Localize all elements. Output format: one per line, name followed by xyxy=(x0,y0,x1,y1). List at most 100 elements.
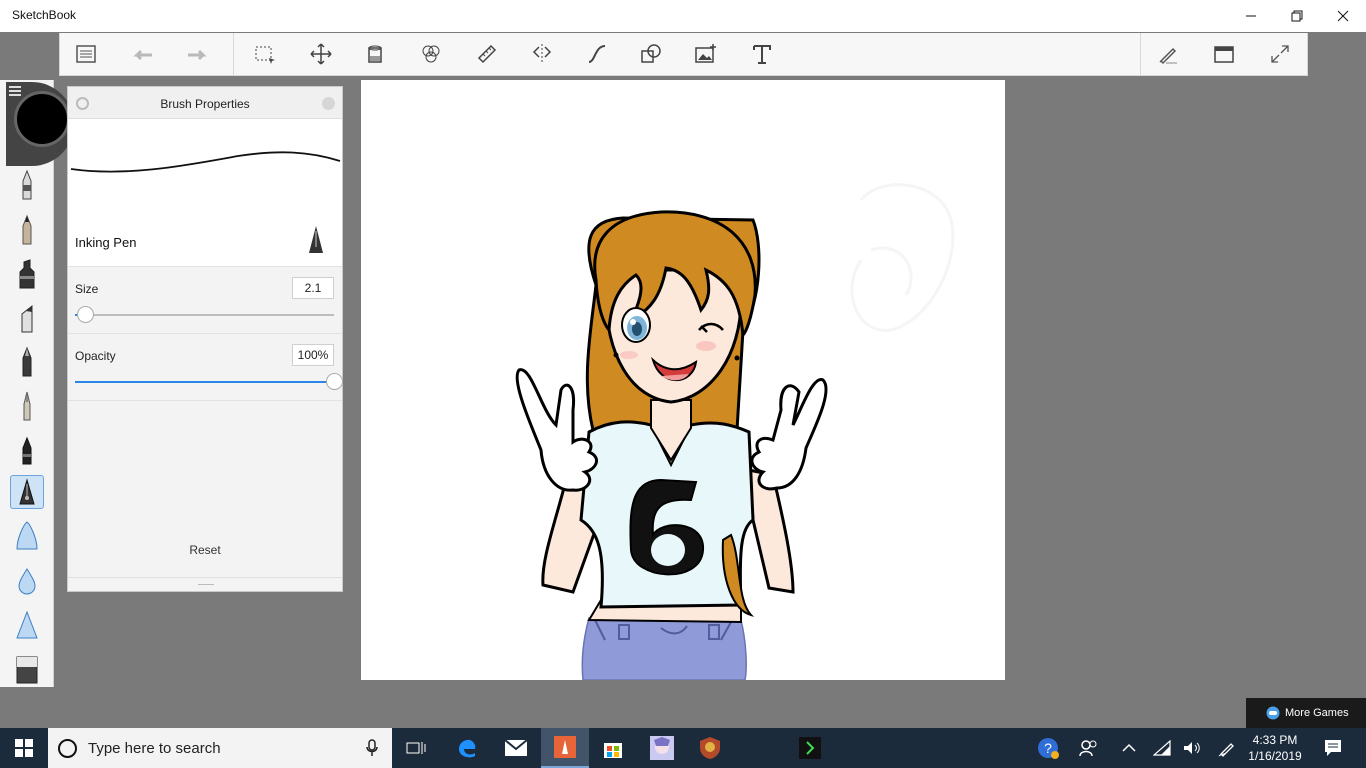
taskbar-sketchbook[interactable] xyxy=(541,728,589,768)
jeans xyxy=(581,617,747,680)
app-title: SketchBook xyxy=(12,8,77,22)
taskbar-mail[interactable] xyxy=(492,728,540,768)
list-icon xyxy=(76,45,96,63)
opacity-slider-thumb[interactable] xyxy=(326,373,343,390)
smudge-icon xyxy=(16,610,38,639)
pencil-icon xyxy=(22,214,32,245)
pen-workspace-icon[interactable] xyxy=(1214,728,1240,768)
reset-button[interactable]: Reset xyxy=(68,543,342,557)
mail-icon xyxy=(504,739,528,756)
drawing-canvas[interactable] xyxy=(361,80,1005,680)
show-hidden-icons[interactable] xyxy=(1116,728,1142,768)
brush-fine[interactable] xyxy=(10,389,44,423)
taskbar-clock[interactable]: 4:33 PM 1/16/2019 xyxy=(1244,732,1306,764)
panel-title: Brush Properties xyxy=(160,97,250,111)
network-tray-icon[interactable] xyxy=(1150,728,1174,768)
minimize-icon xyxy=(1246,15,1256,17)
task-view-icon xyxy=(406,742,426,754)
size-slider-thumb[interactable] xyxy=(77,306,95,323)
shield-game-icon xyxy=(700,737,720,759)
brush-eraser[interactable] xyxy=(10,652,44,686)
brush-blob[interactable] xyxy=(10,519,44,553)
action-center-button[interactable] xyxy=(1318,728,1348,768)
chevron-up-icon xyxy=(1122,743,1136,752)
window-mode-button[interactable] xyxy=(1208,39,1240,69)
brush-smudge[interactable] xyxy=(10,608,44,642)
size-row: Size 2.1 xyxy=(68,267,342,334)
transform-tool-button[interactable] xyxy=(305,39,337,69)
text-tool-button[interactable] xyxy=(746,39,778,69)
help-icon: ? xyxy=(1038,738,1059,759)
color-editor-button[interactable] xyxy=(415,39,447,69)
stroke-preview-line xyxy=(70,151,341,173)
taskbar-search-box[interactable]: Type here to search xyxy=(48,728,392,768)
current-color-swatch[interactable] xyxy=(14,91,70,147)
water-drop-icon xyxy=(18,568,36,595)
minimize-button[interactable] xyxy=(1228,0,1274,32)
brush-pencil[interactable] xyxy=(10,213,44,247)
size-input[interactable]: 2.1 xyxy=(292,277,334,299)
wifi-icon xyxy=(1153,740,1171,756)
help-tray-icon[interactable]: ? xyxy=(1034,728,1062,768)
lagoon-menu-button[interactable] xyxy=(70,39,102,69)
brush-drop[interactable] xyxy=(10,564,44,598)
start-button[interactable] xyxy=(0,728,48,768)
fullscreen-button[interactable] xyxy=(1264,39,1296,69)
panel-close-icon[interactable] xyxy=(322,97,335,110)
shape-tool-button[interactable] xyxy=(635,39,667,69)
brush-ballpoint[interactable] xyxy=(10,345,44,379)
airbrush-icon xyxy=(22,169,32,200)
add-image-button[interactable] xyxy=(690,39,722,69)
more-games-button[interactable]: More Games xyxy=(1246,698,1366,728)
undo-button[interactable] xyxy=(126,39,158,69)
taskbar-edge[interactable] xyxy=(443,728,491,768)
opacity-row: Opacity 100% xyxy=(68,334,343,401)
fine-brush-icon xyxy=(23,391,31,421)
brush-name: Inking Pen xyxy=(75,235,137,250)
brush-marker[interactable] xyxy=(10,257,44,291)
restore-icon xyxy=(1291,10,1303,22)
taskbar-shield-app[interactable] xyxy=(686,728,734,768)
task-view-button[interactable] xyxy=(392,728,440,768)
brush-chisel-marker[interactable] xyxy=(10,301,44,335)
select-tool-button[interactable] xyxy=(249,39,281,69)
taskbar: Type here to search ? 4:33 PM 1/16/2019 xyxy=(0,728,1366,768)
people-tray-icon[interactable] xyxy=(1074,728,1102,768)
taskbar-store[interactable] xyxy=(589,728,637,768)
fill-tool-button[interactable] xyxy=(359,39,391,69)
microphone-icon xyxy=(366,739,378,756)
close-button[interactable] xyxy=(1320,0,1366,32)
symmetry-tool-button[interactable] xyxy=(526,39,558,69)
hamburger-icon[interactable] xyxy=(9,86,21,96)
ballpoint-pen-icon xyxy=(22,346,32,377)
notification-icon xyxy=(1325,740,1341,756)
size-label: Size xyxy=(75,282,99,296)
size-slider[interactable] xyxy=(75,306,334,323)
opacity-slider[interactable] xyxy=(75,373,343,390)
brush-technical-pen[interactable] xyxy=(10,433,44,467)
taskbar-game-app[interactable] xyxy=(638,728,686,768)
pen-settings-button[interactable] xyxy=(1152,39,1184,69)
shapes-icon xyxy=(641,44,661,63)
right-hand-peace xyxy=(750,378,828,491)
move-icon xyxy=(310,43,332,65)
opacity-input[interactable]: 100% xyxy=(292,344,334,366)
symmetry-icon xyxy=(532,44,552,64)
volume-tray-icon[interactable] xyxy=(1180,728,1204,768)
taskbar-terminal-app[interactable] xyxy=(786,728,834,768)
brush-airbrush[interactable] xyxy=(10,168,44,202)
clock-date: 1/16/2019 xyxy=(1248,749,1302,763)
inking-pen-icon xyxy=(19,478,35,505)
marker-icon xyxy=(19,259,35,289)
restore-button[interactable] xyxy=(1274,0,1320,32)
svg-text:?: ? xyxy=(1044,740,1052,756)
brush-inking-pen[interactable] xyxy=(10,475,44,509)
ruler-tool-button[interactable] xyxy=(471,39,503,69)
opacity-slider-fill xyxy=(75,381,334,383)
curve-tool-button[interactable] xyxy=(581,39,613,69)
panel-resize-grip[interactable] xyxy=(68,577,342,591)
brush-stroke-preview: Inking Pen xyxy=(68,119,342,267)
redo-button[interactable] xyxy=(182,39,214,69)
toolbar-separator xyxy=(1140,33,1141,76)
opacity-label: Opacity xyxy=(75,349,116,363)
